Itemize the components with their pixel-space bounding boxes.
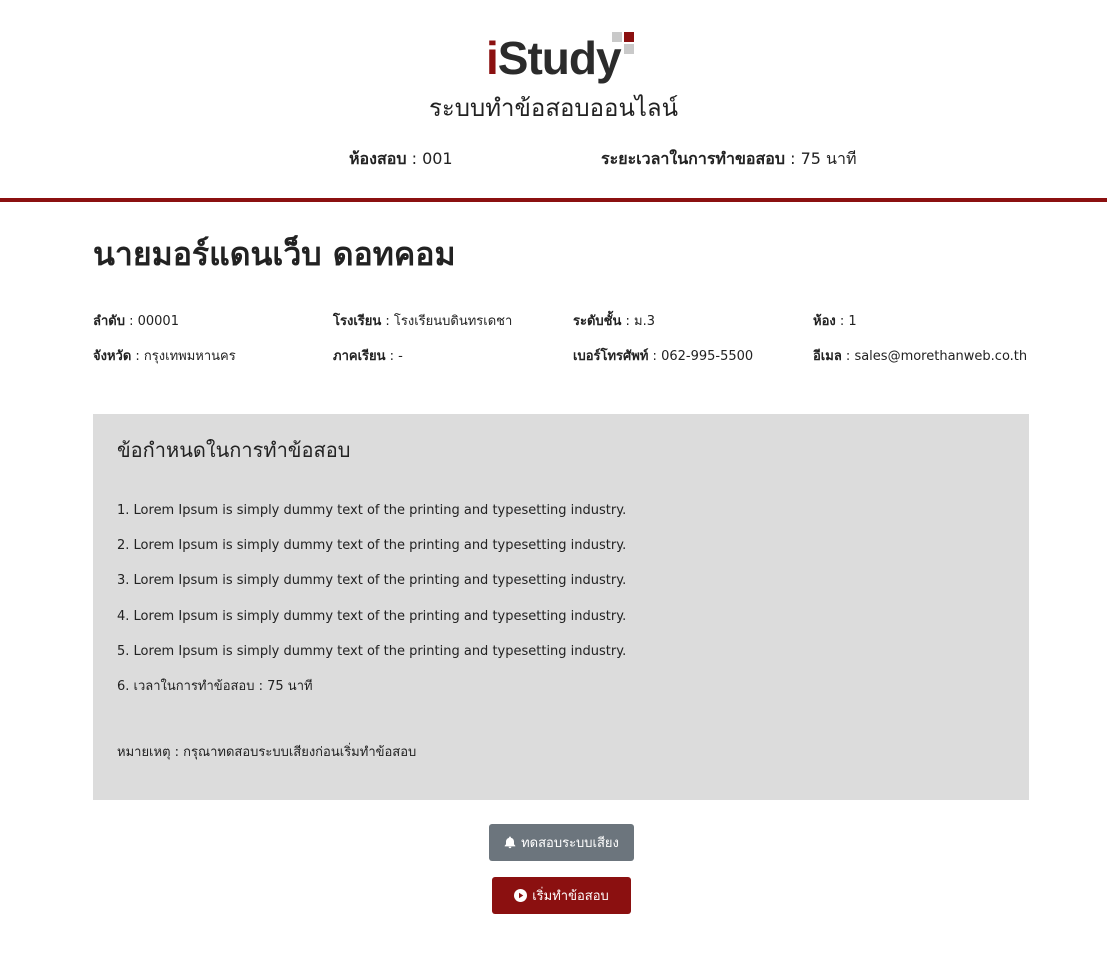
start-exam-label: เริ่มทำข้อสอบ xyxy=(532,889,609,904)
field-value: : - xyxy=(385,349,403,364)
exam-room-label: ห้องสอบ xyxy=(349,149,407,168)
play-circle-icon xyxy=(514,889,528,902)
field-value: : 062-995-5500 xyxy=(648,349,754,364)
field-value: : 00001 xyxy=(124,314,179,329)
page-header: iStudy ระบบทำข้อสอบออนไลน์ ห้องสอบ : 001… xyxy=(0,0,1107,198)
field-label: เบอร์โทรศัพท์ xyxy=(573,349,649,364)
field-grade: ระดับชั้น : ม.3 xyxy=(573,313,655,331)
student-name: นายมอร์แดนเว็บ ดอทคอม xyxy=(93,235,456,273)
bell-icon xyxy=(504,836,516,849)
field-label: อีเมล xyxy=(813,349,842,364)
field-label: ระดับชั้น xyxy=(573,314,622,329)
test-sound-button[interactable]: ทดสอบระบบเสียง xyxy=(489,824,634,861)
field-province: จังหวัด : กรุงเทพมหานคร xyxy=(93,348,236,366)
field-label: ภาคเรียน xyxy=(333,349,386,364)
logo-square-gray xyxy=(612,32,622,42)
field-label: โรงเรียน xyxy=(333,314,382,329)
rules-list: 1. Lorem Ipsum is simply dummy text of t… xyxy=(117,502,626,713)
field-value: : ม.3 xyxy=(621,314,656,329)
field-semester: ภาคเรียน : - xyxy=(333,348,403,366)
field-label: จังหวัด xyxy=(93,349,132,364)
field-email: อีเมล : sales@morethanweb.co.th xyxy=(813,348,1027,366)
exam-rules-panel: ข้อกำหนดในการทำข้อสอบ 1. Lorem Ipsum is … xyxy=(93,414,1029,800)
istudy-logo: iStudy xyxy=(486,30,646,86)
logo-square-gray xyxy=(624,44,634,54)
exam-duration-value: : 75 นาที xyxy=(785,149,857,168)
rule-item: 3. Lorem Ipsum is simply dummy text of t… xyxy=(117,573,627,589)
field-label: ห้อง xyxy=(813,314,836,329)
rule-item: 6. เวลาในการทำข้อสอบ : 75 นาที xyxy=(117,678,313,694)
rule-item: 1. Lorem Ipsum is simply dummy text of t… xyxy=(117,503,627,518)
rule-item: 5. Lorem Ipsum is simply dummy text of t… xyxy=(117,643,627,659)
system-title: ระบบทำข้อสอบออนไลน์ xyxy=(428,94,679,122)
rules-title: ข้อกำหนดในการทำข้อสอบ xyxy=(117,438,351,462)
start-exam-button[interactable]: เริ่มทำข้อสอบ xyxy=(492,877,631,914)
field-school: โรงเรียน : โรงเรียนบดินทรเดชา xyxy=(333,313,512,331)
exam-duration-label: ระยะเวลาในการทำขอสอบ xyxy=(601,149,786,168)
test-sound-label: ทดสอบระบบเสียง xyxy=(521,836,619,851)
field-label: ลำดับ xyxy=(93,314,125,329)
field-room: ห้อง : 1 xyxy=(813,313,857,331)
field-order: ลำดับ : 00001 xyxy=(93,313,179,331)
exam-room-value: : 001 xyxy=(406,149,453,168)
field-phone: เบอร์โทรศัพท์ : 062-995-5500 xyxy=(573,348,753,366)
header-divider xyxy=(0,198,1107,202)
field-value: : 1 xyxy=(835,314,857,329)
exam-room-info: ห้องสอบ : 001 xyxy=(349,148,453,170)
exam-duration-info: ระยะเวลาในการทำขอสอบ : 75 นาที xyxy=(601,148,857,170)
field-value: : โรงเรียนบดินทรเดชา xyxy=(381,314,513,329)
logo-text: iStudy xyxy=(486,32,622,84)
field-value: : กรุงเทพมหานคร xyxy=(131,349,236,364)
logo-square-red xyxy=(624,32,634,42)
rules-remark: หมายเหตุ : กรุณาทดสอบระบบเสียงก่อนเริ่มท… xyxy=(117,745,417,760)
rule-item: 4. Lorem Ipsum is simply dummy text of t… xyxy=(117,608,627,624)
field-value: : sales@morethanweb.co.th xyxy=(841,349,1028,364)
rule-item: 2. Lorem Ipsum is simply dummy text of t… xyxy=(117,538,627,554)
